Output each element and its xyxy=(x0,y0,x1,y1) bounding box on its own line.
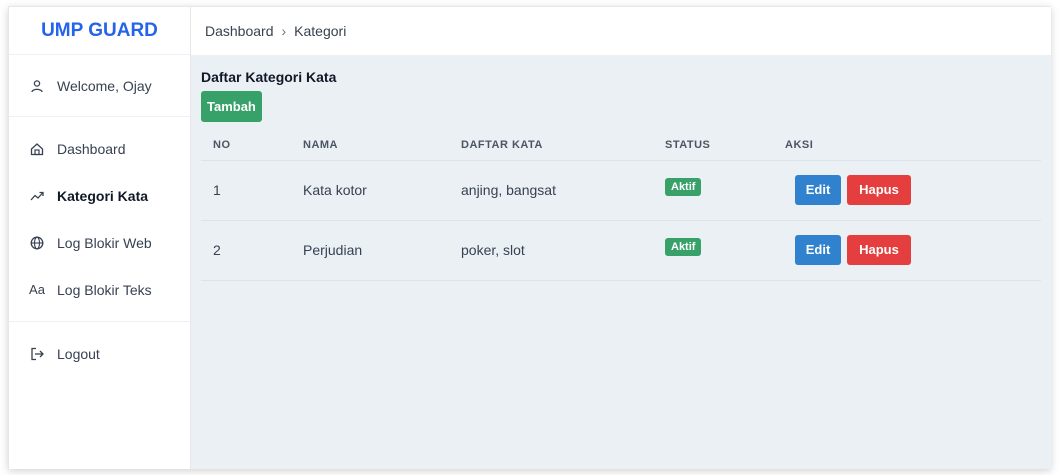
text-icon: Aa xyxy=(29,282,45,297)
column-header-no: NO xyxy=(201,130,291,161)
cell-aksi: Edit Hapus xyxy=(773,220,1041,281)
brand-logo[interactable]: UMP GUARD xyxy=(9,7,190,55)
sidebar-item-label: Log Blokir Teks xyxy=(57,281,152,298)
column-header-daftar-kata: DAFTAR KATA xyxy=(449,130,653,161)
sidebar-item-label: Log Blokir Web xyxy=(57,234,152,251)
edit-button[interactable]: Edit xyxy=(795,175,841,205)
app-window: UMP GUARD Welcome, Ojay Dashboard Katego… xyxy=(8,6,1051,469)
cell-status: Aktif xyxy=(653,220,773,281)
column-header-status: STATUS xyxy=(653,130,773,161)
cell-status: Aktif xyxy=(653,160,773,221)
category-table: NO NAMA DAFTAR KATA STATUS AKSI 1 Kata k… xyxy=(201,130,1041,281)
sidebar-item-label: Dashboard xyxy=(57,140,126,157)
logout-icon xyxy=(29,347,45,361)
logout-button[interactable]: Logout xyxy=(9,330,190,377)
edit-button[interactable]: Edit xyxy=(795,235,841,265)
breadcrumb-dashboard[interactable]: Dashboard xyxy=(205,23,274,39)
cell-no: 2 xyxy=(201,220,291,281)
sidebar-item-dashboard[interactable]: Dashboard xyxy=(9,125,190,172)
globe-icon xyxy=(29,236,45,250)
status-badge: Aktif xyxy=(665,177,702,196)
user-icon xyxy=(29,79,45,93)
main-area: Dashboard › Kategori Daftar Kategori Kat… xyxy=(191,7,1051,469)
table-row: 2 Perjudian poker, slot Aktif Edit Hapus xyxy=(201,220,1041,281)
delete-button[interactable]: Hapus xyxy=(847,235,911,265)
delete-button[interactable]: Hapus xyxy=(847,175,911,205)
add-button[interactable]: Tambah xyxy=(201,91,262,122)
breadcrumb-current: Kategori xyxy=(294,23,347,39)
cell-nama: Perjudian xyxy=(291,220,449,281)
breadcrumb: Dashboard › Kategori xyxy=(191,7,1051,55)
cell-no: 1 xyxy=(201,160,291,221)
sidebar-item-log-web[interactable]: Log Blokir Web xyxy=(9,219,190,266)
sidebar-nav: Dashboard Kategori Kata Log Blokir Web A… xyxy=(9,117,190,322)
sidebar-item-label: Kategori Kata xyxy=(57,187,149,204)
page-title: Daftar Kategori Kata xyxy=(201,69,337,85)
column-header-aksi: AKSI xyxy=(773,130,1041,161)
welcome-label: Welcome, Ojay xyxy=(57,77,152,94)
sidebar: UMP GUARD Welcome, Ojay Dashboard Katego… xyxy=(9,7,191,469)
table-row: 1 Kata kotor anjing, bangsat Aktif Edit H… xyxy=(201,160,1041,221)
status-badge: Aktif xyxy=(665,237,702,256)
home-icon xyxy=(29,142,45,156)
welcome-user: Welcome, Ojay xyxy=(9,55,190,117)
column-header-nama: NAMA xyxy=(291,130,449,161)
sidebar-item-log-teks[interactable]: Aa Log Blokir Teks xyxy=(9,266,190,313)
breadcrumb-separator: › xyxy=(281,23,287,39)
cell-aksi: Edit Hapus xyxy=(773,160,1041,221)
cell-daftar-kata: poker, slot xyxy=(449,220,653,281)
trend-icon xyxy=(29,189,45,203)
content: Daftar Kategori Kata Tambah NO NAMA DAFT… xyxy=(191,55,1051,281)
cell-nama: Kata kotor xyxy=(291,160,449,221)
cell-daftar-kata: anjing, bangsat xyxy=(449,160,653,221)
sidebar-item-kategori[interactable]: Kategori Kata xyxy=(9,172,190,219)
table-header-row: NO NAMA DAFTAR KATA STATUS AKSI xyxy=(201,130,1041,161)
logout-label: Logout xyxy=(57,345,100,362)
